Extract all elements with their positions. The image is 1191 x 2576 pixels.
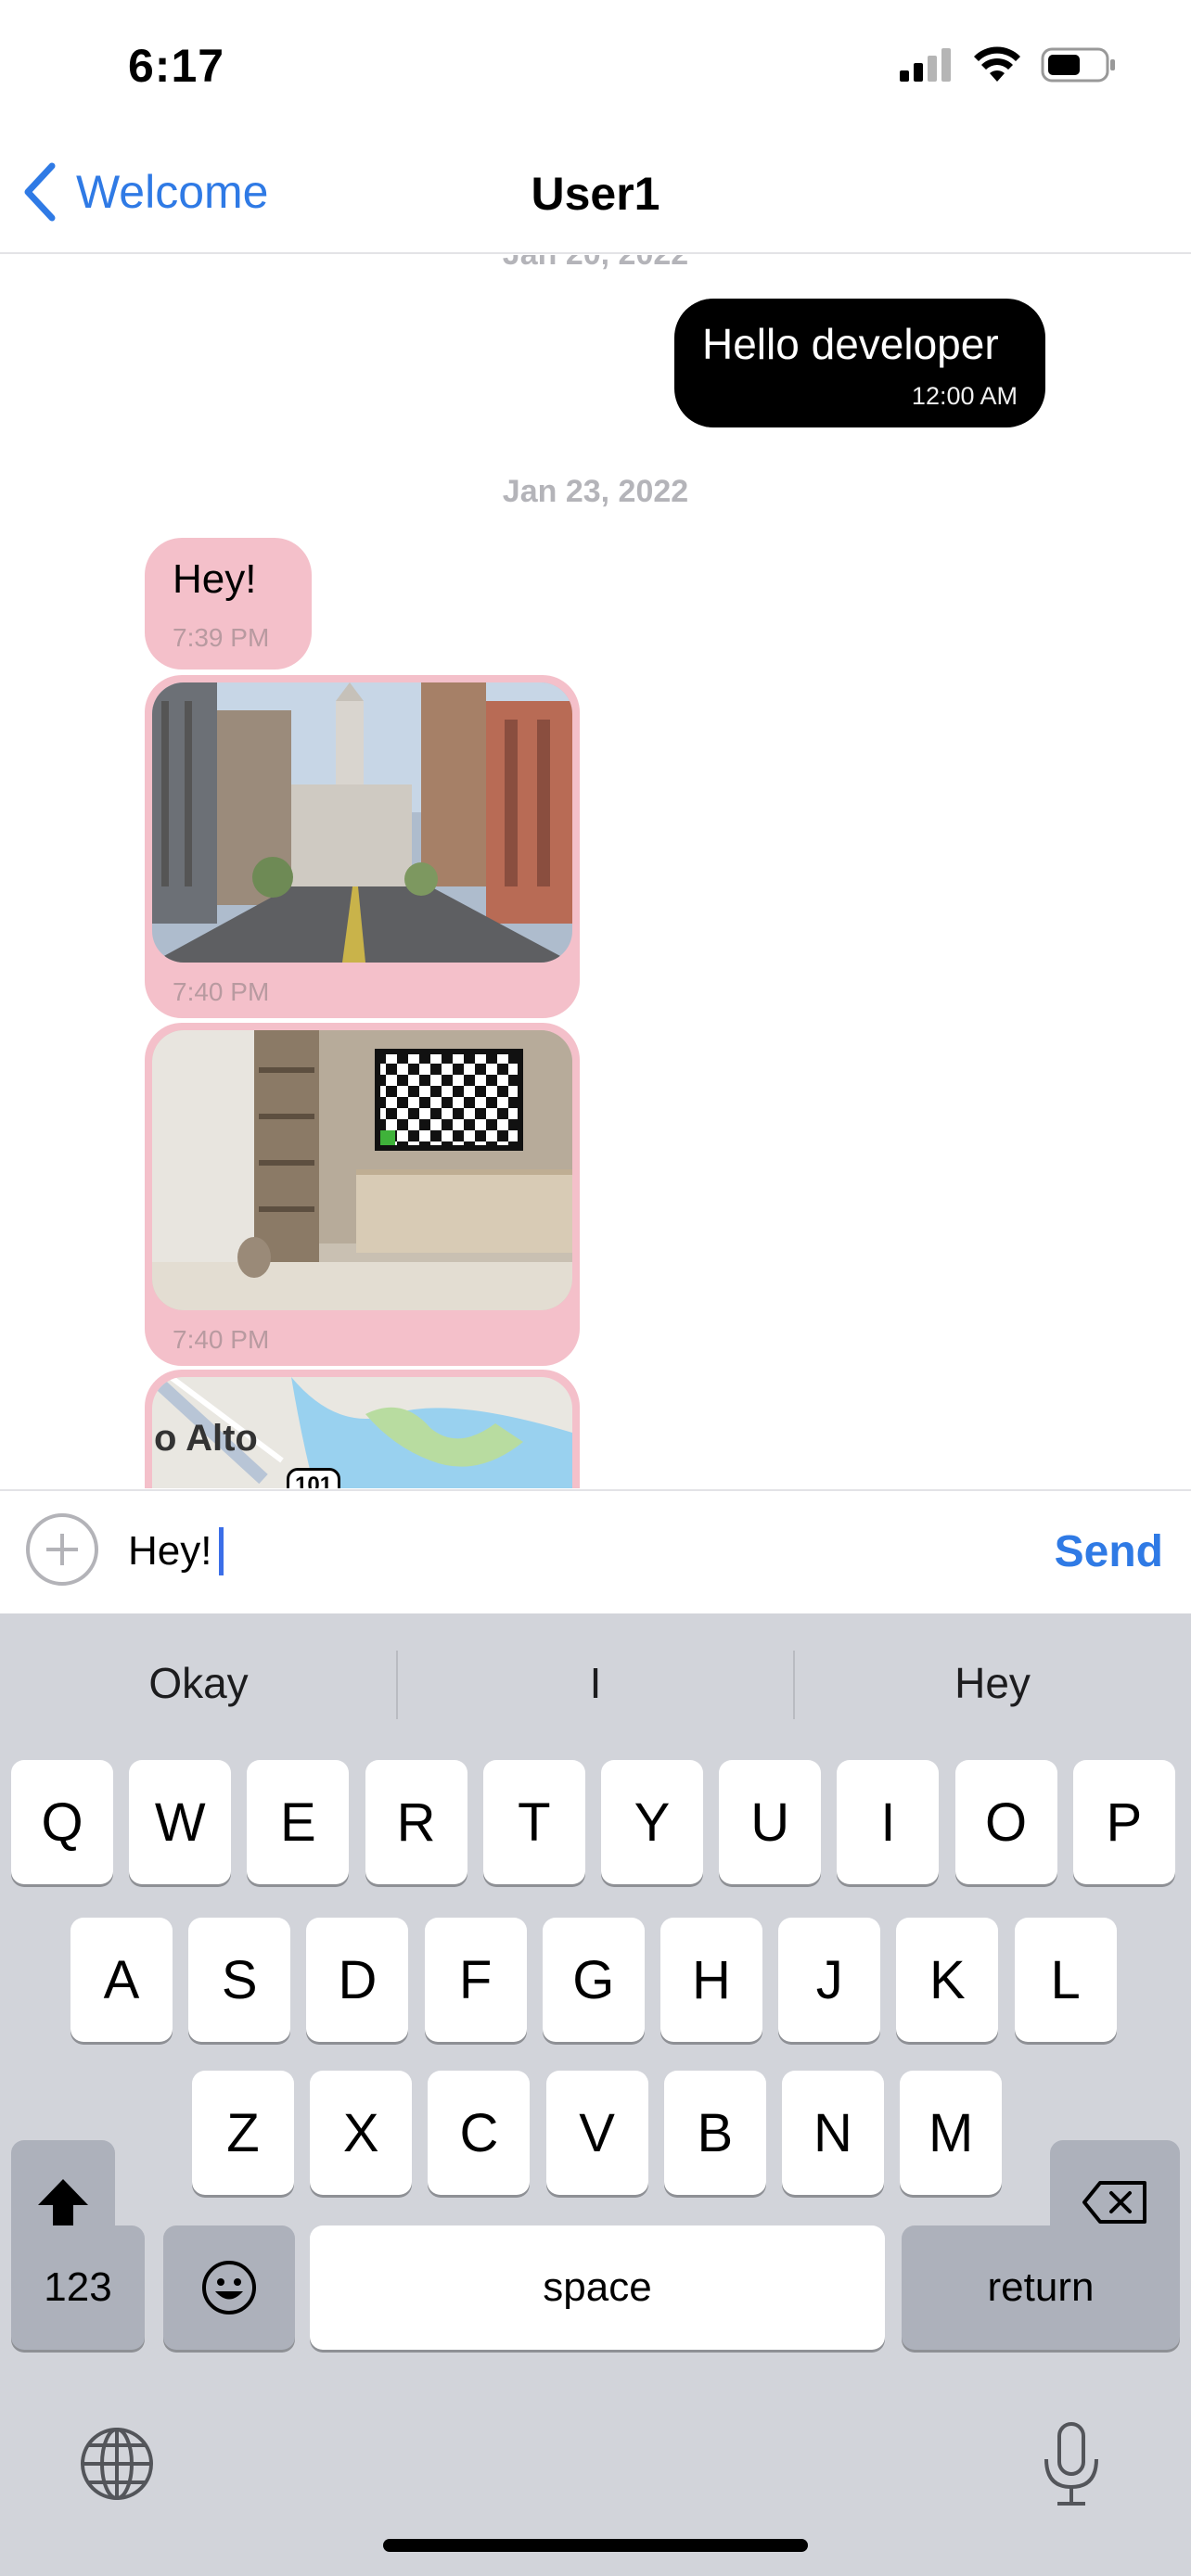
message-input[interactable]: Hey! — [128, 1519, 1018, 1584]
suggestion[interactable]: Okay — [0, 1613, 397, 1753]
message-time: 7:39 PM — [173, 623, 270, 652]
globe-icon[interactable] — [78, 2425, 156, 2507]
key-p[interactable]: P — [1072, 1760, 1175, 1884]
text-caret — [219, 1527, 224, 1575]
key-d[interactable]: D — [306, 1918, 409, 2042]
message-time: 7:40 PM — [173, 977, 270, 1006]
keyboard: Okay I Hey QWERTYUIOP ASDFGHJKL ZXCVBNM … — [0, 1613, 1191, 2576]
message-time: 7:40 PM — [173, 1325, 270, 1354]
delete-backspace-icon — [1082, 2181, 1146, 2224]
key-e[interactable]: E — [247, 1760, 350, 1884]
microphone-icon[interactable] — [1039, 2420, 1104, 2514]
key-y[interactable]: Y — [601, 1760, 703, 1884]
city-street-photo[interactable] — [152, 682, 572, 963]
key-h[interactable]: H — [660, 1918, 762, 2042]
shift-arrow-icon — [38, 2179, 88, 2225]
map-preview[interactable]: o Alto 101 — [152, 1377, 572, 1488]
map-place-label: o Alto — [154, 1418, 258, 1459]
return-key[interactable]: return — [902, 2225, 1180, 2350]
suggestion[interactable]: Hey — [794, 1613, 1191, 1753]
add-attachment-button[interactable] — [26, 1513, 98, 1586]
conversation-title: User1 — [531, 168, 660, 220]
key-a[interactable]: A — [70, 1918, 173, 2042]
key-g[interactable]: G — [542, 1918, 645, 2042]
key-u[interactable]: U — [719, 1760, 822, 1884]
send-button[interactable]: Send — [1055, 1526, 1163, 1577]
key-j[interactable]: J — [778, 1918, 881, 2042]
living-room-tv-photo[interactable] — [152, 1030, 572, 1310]
key-r[interactable]: R — [365, 1760, 467, 1884]
key-c[interactable]: C — [428, 2071, 531, 2195]
message-time: 12:00 AM — [911, 382, 1018, 410]
key-x[interactable]: X — [310, 2071, 413, 2195]
emoji-face-icon — [202, 2261, 256, 2315]
message-text: Hey! — [173, 556, 257, 602]
highway-shield-label: 101 — [287, 1468, 341, 1488]
key-l[interactable]: L — [1014, 1918, 1117, 2042]
predictive-suggestions: Okay I Hey — [0, 1613, 1191, 1753]
incoming-image-bubble[interactable]: 7:40 PM — [145, 675, 580, 1018]
key-s[interactable]: S — [188, 1918, 291, 2042]
key-m[interactable]: M — [900, 2071, 1003, 2195]
key-z[interactable]: Z — [192, 2071, 294, 2195]
message-text: Hello developer — [702, 320, 999, 368]
cellular-signal-icon — [900, 48, 951, 82]
key-o[interactable]: O — [954, 1760, 1057, 1884]
incoming-message-bubble[interactable]: Hey! 7:39 PM — [145, 538, 312, 670]
key-i[interactable]: I — [837, 1760, 940, 1884]
message-composer: Hey! Send — [0, 1489, 1191, 1613]
emoji-key[interactable] — [163, 2225, 295, 2350]
date-separator: Jan 23, 2022 — [502, 474, 689, 509]
status-icons — [900, 46, 1117, 83]
space-key[interactable]: space — [310, 2225, 885, 2350]
numbers-key[interactable]: 123 — [11, 2225, 145, 2350]
key-b[interactable]: B — [663, 2071, 766, 2195]
navigation-bar: Welcome User1 — [0, 130, 1191, 254]
key-k[interactable]: K — [896, 1918, 999, 2042]
key-t[interactable]: T — [482, 1760, 585, 1884]
status-bar: 6:17 — [0, 0, 1191, 130]
message-input-text: Hey! — [128, 1528, 212, 1574]
key-n[interactable]: N — [782, 2071, 884, 2195]
key-v[interactable]: V — [545, 2071, 648, 2195]
suggestion[interactable]: I — [397, 1613, 794, 1753]
status-time: 6:17 — [128, 40, 225, 92]
date-separator: Jan 20, 2022 — [0, 255, 1191, 273]
battery-icon — [1041, 47, 1115, 83]
key-q[interactable]: Q — [11, 1760, 113, 1884]
incoming-map-bubble[interactable]: o Alto 101 — [145, 1370, 580, 1488]
message-list[interactable]: Jan 20, 2022 Hello developer 12:00 AM Ja… — [0, 255, 1191, 1488]
home-indicator — [383, 2539, 808, 2552]
key-w[interactable]: W — [129, 1760, 232, 1884]
key-f[interactable]: F — [424, 1918, 527, 2042]
incoming-image-bubble[interactable]: 7:40 PM — [145, 1023, 580, 1366]
wifi-icon — [974, 46, 1020, 82]
outgoing-message-bubble[interactable]: Hello developer 12:00 AM — [674, 299, 1045, 427]
